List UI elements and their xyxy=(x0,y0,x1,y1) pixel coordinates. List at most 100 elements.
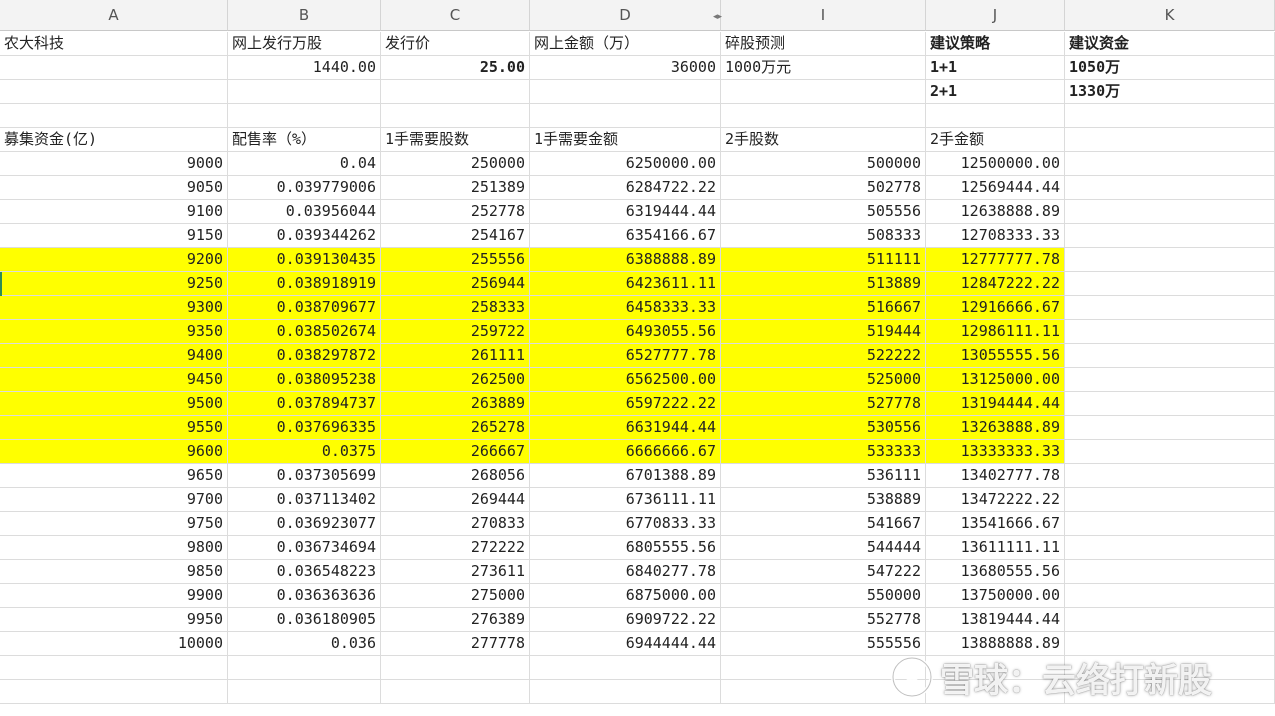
strategy-label-cell[interactable]: 建议策略 xyxy=(926,32,1065,56)
header-cell-amount2[interactable]: 2手金额 xyxy=(926,128,1065,152)
cell-rate[interactable]: 0.039779006 xyxy=(228,176,381,200)
cell-fund[interactable]: 9500 xyxy=(0,392,228,416)
empty-cell[interactable] xyxy=(530,656,721,680)
cell-amount1[interactable]: 6631944.44 xyxy=(530,416,721,440)
cell-shares2[interactable]: 502778 xyxy=(721,176,926,200)
cell-rate[interactable]: 0.03956044 xyxy=(228,200,381,224)
cell-shares1[interactable]: 270833 xyxy=(381,512,530,536)
cell-shares2[interactable]: 547222 xyxy=(721,560,926,584)
empty-cell[interactable] xyxy=(381,104,530,128)
cell-rate[interactable]: 0.04 xyxy=(228,152,381,176)
empty-cell[interactable] xyxy=(721,104,926,128)
cell-amount2[interactable]: 12708333.33 xyxy=(926,224,1065,248)
cell-rate[interactable]: 0.036548223 xyxy=(228,560,381,584)
price-value-cell[interactable]: 25.00 xyxy=(381,56,530,80)
cell-shares1[interactable]: 266667 xyxy=(381,440,530,464)
price-label-cell[interactable]: 发行价 xyxy=(381,32,530,56)
empty-cell[interactable] xyxy=(228,104,381,128)
empty-cell[interactable] xyxy=(381,680,530,704)
cell-shares1[interactable]: 261111 xyxy=(381,344,530,368)
cell-fund[interactable]: 9800 xyxy=(0,536,228,560)
cell-amount2[interactable]: 12500000.00 xyxy=(926,152,1065,176)
column-header-k[interactable]: K xyxy=(1065,0,1275,31)
empty-cell[interactable] xyxy=(1065,368,1275,392)
strategy-value-cell[interactable]: 2+1 xyxy=(926,80,1065,104)
cell-fund[interactable]: 9450 xyxy=(0,368,228,392)
cell-fund[interactable]: 9050 xyxy=(0,176,228,200)
cell-amount2[interactable]: 13472222.22 xyxy=(926,488,1065,512)
cell-amount1[interactable]: 6666666.67 xyxy=(530,440,721,464)
cell-fund[interactable]: 9900 xyxy=(0,584,228,608)
empty-cell[interactable] xyxy=(1065,248,1275,272)
empty-cell[interactable] xyxy=(0,680,228,704)
cell-amount1[interactable]: 6354166.67 xyxy=(530,224,721,248)
empty-cell[interactable] xyxy=(228,656,381,680)
cell-shares1[interactable]: 258333 xyxy=(381,296,530,320)
cell-fund[interactable]: 9850 xyxy=(0,560,228,584)
cell-rate[interactable]: 0.036 xyxy=(228,632,381,656)
funds-value-cell[interactable]: 1050万 xyxy=(1065,56,1275,80)
empty-cell[interactable] xyxy=(1065,200,1275,224)
cell-shares1[interactable]: 251389 xyxy=(381,176,530,200)
cell-rate[interactable]: 0.038709677 xyxy=(228,296,381,320)
online-shares-label-cell[interactable]: 网上发行万股 xyxy=(228,32,381,56)
funds-value-cell[interactable]: 1330万 xyxy=(1065,80,1275,104)
cell-shares1[interactable]: 268056 xyxy=(381,464,530,488)
cell-amount1[interactable]: 6319444.44 xyxy=(530,200,721,224)
cell-rate[interactable]: 0.037894737 xyxy=(228,392,381,416)
empty-cell[interactable] xyxy=(228,680,381,704)
cell-shares1[interactable]: 272222 xyxy=(381,536,530,560)
cell-rate[interactable]: 0.036923077 xyxy=(228,512,381,536)
cell-shares2[interactable]: 500000 xyxy=(721,152,926,176)
cell-shares2[interactable]: 508333 xyxy=(721,224,926,248)
empty-cell[interactable] xyxy=(381,656,530,680)
cell-amount1[interactable]: 6527777.78 xyxy=(530,344,721,368)
cell-rate[interactable]: 0.036363636 xyxy=(228,584,381,608)
cell-shares2[interactable]: 530556 xyxy=(721,416,926,440)
cell-fund[interactable]: 9300 xyxy=(0,296,228,320)
cell-amount1[interactable]: 6909722.22 xyxy=(530,608,721,632)
cell-amount2[interactable]: 13125000.00 xyxy=(926,368,1065,392)
empty-cell[interactable] xyxy=(1065,512,1275,536)
cell-fund[interactable]: 9350 xyxy=(0,320,228,344)
empty-cell[interactable] xyxy=(721,80,926,104)
cell-rate[interactable]: 0.039130435 xyxy=(228,248,381,272)
cell-fund[interactable]: 9700 xyxy=(0,488,228,512)
cell-shares1[interactable]: 259722 xyxy=(381,320,530,344)
cell-rate[interactable]: 0.038502674 xyxy=(228,320,381,344)
cell-shares2[interactable]: 538889 xyxy=(721,488,926,512)
cell-shares1[interactable]: 273611 xyxy=(381,560,530,584)
empty-cell[interactable] xyxy=(530,80,721,104)
cell-shares1[interactable]: 277778 xyxy=(381,632,530,656)
cell-amount1[interactable]: 6493055.56 xyxy=(530,320,721,344)
cell-amount1[interactable]: 6562500.00 xyxy=(530,368,721,392)
column-header-c[interactable]: C xyxy=(381,0,530,31)
strategy-value-cell[interactable]: 1+1 xyxy=(926,56,1065,80)
cell-amount2[interactable]: 13611111.11 xyxy=(926,536,1065,560)
cell-fund[interactable]: 9400 xyxy=(0,344,228,368)
cell-fund[interactable]: 9250 xyxy=(0,272,228,296)
empty-cell[interactable] xyxy=(0,104,228,128)
funds-label-cell[interactable]: 建议资金 xyxy=(1065,32,1275,56)
cell-amount2[interactable]: 13055555.56 xyxy=(926,344,1065,368)
cell-amount2[interactable]: 12916666.67 xyxy=(926,296,1065,320)
cell-shares2[interactable]: 516667 xyxy=(721,296,926,320)
cell-fund[interactable]: 9150 xyxy=(0,224,228,248)
cell-fund[interactable]: 9100 xyxy=(0,200,228,224)
cell-shares2[interactable]: 550000 xyxy=(721,584,926,608)
empty-cell[interactable] xyxy=(1065,104,1275,128)
cell-rate[interactable]: 0.038297872 xyxy=(228,344,381,368)
cell-amount1[interactable]: 6770833.33 xyxy=(530,512,721,536)
cell-rate[interactable]: 0.037113402 xyxy=(228,488,381,512)
cell-shares2[interactable]: 505556 xyxy=(721,200,926,224)
cell-shares1[interactable]: 263889 xyxy=(381,392,530,416)
cell-fund[interactable]: 9650 xyxy=(0,464,228,488)
cell-shares2[interactable]: 544444 xyxy=(721,536,926,560)
cell-amount2[interactable]: 13750000.00 xyxy=(926,584,1065,608)
cell-shares2[interactable]: 522222 xyxy=(721,344,926,368)
empty-cell[interactable] xyxy=(1065,176,1275,200)
cell-amount1[interactable]: 6736111.11 xyxy=(530,488,721,512)
odd-lot-value-cell[interactable]: 1000万元 xyxy=(721,56,926,80)
cell-amount1[interactable]: 6388888.89 xyxy=(530,248,721,272)
cell-shares2[interactable]: 533333 xyxy=(721,440,926,464)
